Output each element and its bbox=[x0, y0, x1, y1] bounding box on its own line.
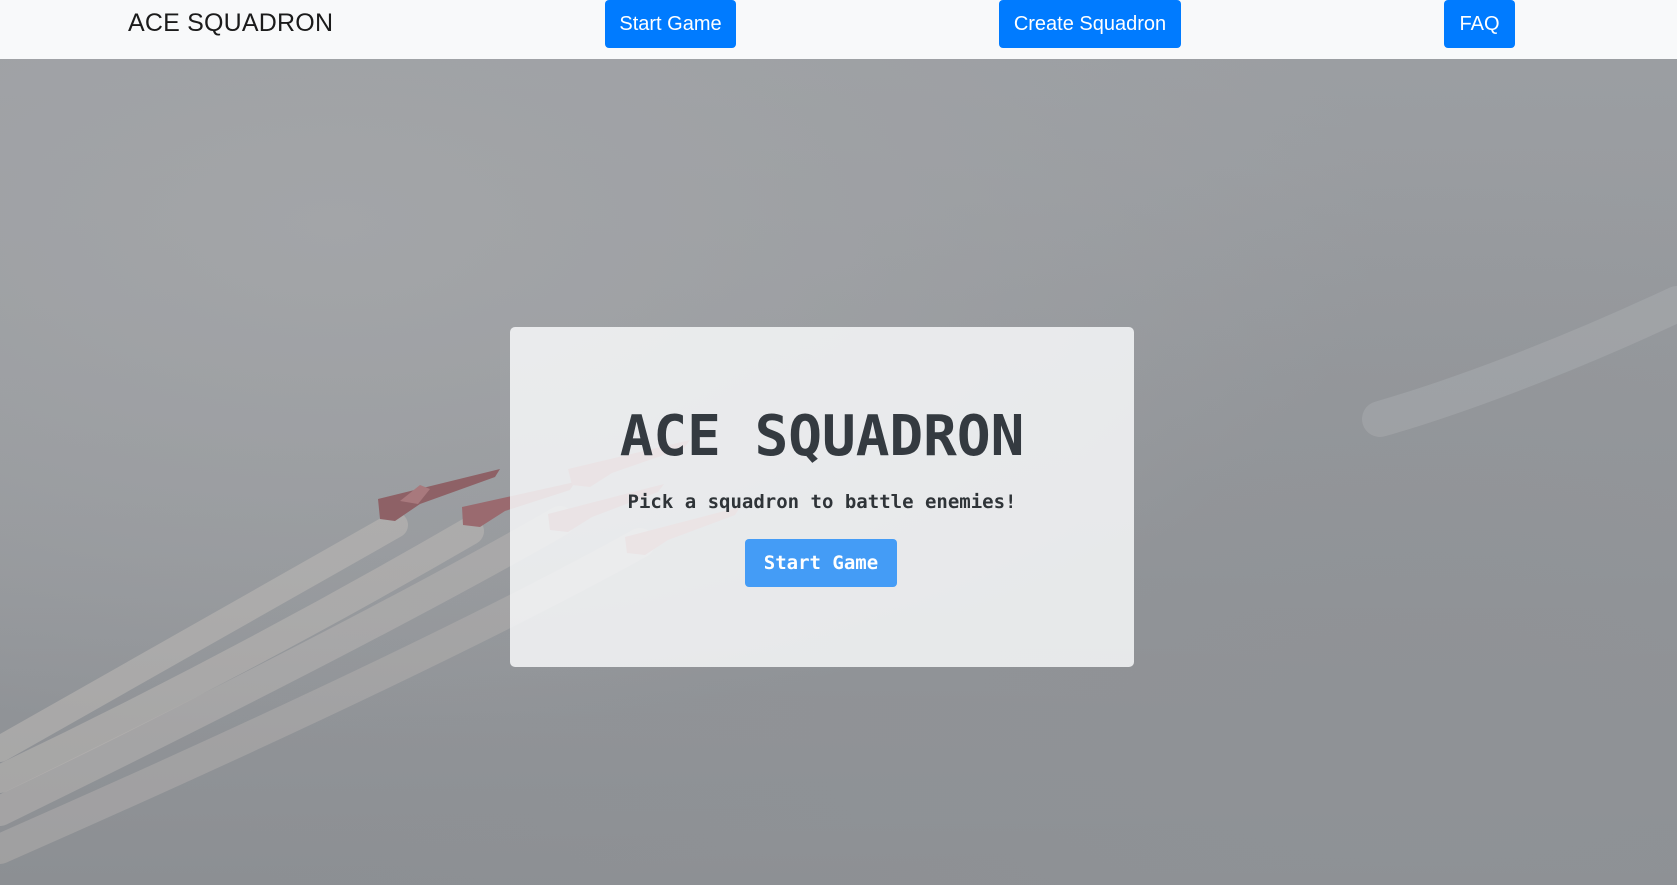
nav-faq-button[interactable]: FAQ bbox=[1444, 0, 1515, 48]
hero-card: ACE SQUADRON Pick a squadron to battle e… bbox=[510, 327, 1134, 667]
hero-start-game-button[interactable]: Start Game bbox=[745, 539, 897, 587]
hero-subtitle: Pick a squadron to battle enemies! bbox=[627, 491, 1017, 513]
nav-create-squadron-button[interactable]: Create Squadron bbox=[999, 0, 1181, 48]
nav-start-game-button[interactable]: Start Game bbox=[605, 0, 736, 48]
hero-section: ACE SQUADRON Pick a squadron to battle e… bbox=[0, 59, 1677, 885]
top-navbar: ACE SQUADRON Start Game Create Squadron … bbox=[0, 0, 1677, 59]
page: ACE SQUADRON Start Game Create Squadron … bbox=[0, 0, 1677, 885]
hero-title: ACE SQUADRON bbox=[619, 404, 1025, 469]
brand-logo-text[interactable]: ACE SQUADRON bbox=[128, 9, 333, 38]
